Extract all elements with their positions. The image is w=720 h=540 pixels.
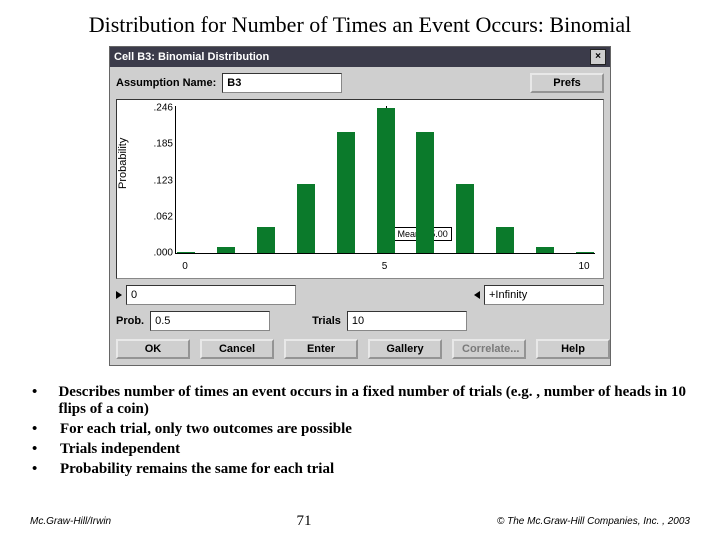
assumption-name-input[interactable]: B3 (222, 73, 342, 93)
bullet-text: Describes number of times an event occur… (58, 384, 688, 418)
help-button[interactable]: Help (536, 339, 610, 359)
chart-bar (416, 132, 434, 253)
range-high-input[interactable]: +Infinity (484, 285, 604, 305)
bullet-item: • For each trial, only two outcomes are p… (32, 421, 688, 438)
params-row: Prob. 0.5 Trials 10 (116, 311, 604, 331)
bullet-text: Trials independent (60, 441, 180, 458)
footer-page: 71 (297, 513, 312, 530)
range-low-input[interactable]: 0 (126, 285, 296, 305)
bullet-icon: • (32, 461, 44, 478)
bullet-item: • Describes number of times an event occu… (32, 384, 688, 418)
triangle-right-icon[interactable] (116, 291, 122, 299)
y-tick-label: .062 (143, 211, 173, 222)
ok-button[interactable]: OK (116, 339, 190, 359)
bullet-item: • Trials independent (32, 441, 688, 458)
bullet-item: • Probability remains the same for each t… (32, 461, 688, 478)
assumption-label: Assumption Name: (116, 77, 216, 89)
y-axis-label: Probability (117, 138, 129, 189)
x-tick-label: 5 (382, 261, 388, 272)
range-row: 0 +Infinity (116, 285, 604, 305)
assumption-row: Assumption Name: B3 Prefs (116, 73, 604, 93)
y-tick-label: .000 (143, 248, 173, 259)
footer-right: © The Mc.Graw-Hill Companies, Inc. , 200… (497, 516, 690, 527)
trials-label: Trials (312, 315, 341, 327)
y-tick-label: .246 (143, 103, 173, 114)
prob-label: Prob. (116, 315, 144, 327)
dialog-window: Cell B3: Binomial Distribution × Assumpt… (109, 46, 611, 366)
chart-bar (297, 184, 315, 253)
chart-bar (576, 252, 594, 253)
bar-chart: Mean = 5.00 (175, 106, 595, 254)
gallery-button[interactable]: Gallery (368, 339, 442, 359)
cancel-button[interactable]: Cancel (200, 339, 274, 359)
footer-left: Mc.Graw-Hill/Irwin (30, 516, 111, 527)
correlate-button[interactable]: Correlate... (452, 339, 526, 359)
chart-bar (456, 184, 474, 253)
chart-bar (257, 227, 275, 253)
y-tick-label: .123 (143, 175, 173, 186)
bullet-text: For each trial, only two outcomes are po… (60, 421, 352, 438)
bullet-text: Probability remains the same for each tr… (60, 461, 334, 478)
close-icon[interactable]: × (590, 49, 606, 65)
triangle-left-icon[interactable] (474, 291, 480, 299)
bullet-icon: • (32, 384, 42, 418)
chart-bar (217, 247, 235, 253)
x-tick-label: 0 (182, 261, 188, 272)
dialog-body: Assumption Name: B3 Prefs Probability .0… (110, 67, 610, 365)
enter-button[interactable]: Enter (284, 339, 358, 359)
y-tick-label: .185 (143, 139, 173, 150)
prob-input[interactable]: 0.5 (150, 311, 270, 331)
bullet-icon: • (32, 421, 44, 438)
trials-input[interactable]: 10 (347, 311, 467, 331)
button-row: OK Cancel Enter Gallery Correlate... Hel… (116, 339, 604, 359)
slide-title: Distribution for Number of Times an Even… (0, 0, 720, 46)
chart-bar (177, 252, 195, 253)
chart-bar (377, 108, 395, 253)
titlebar-text: Cell B3: Binomial Distribution (114, 51, 590, 63)
titlebar: Cell B3: Binomial Distribution × (110, 47, 610, 67)
prefs-button[interactable]: Prefs (530, 73, 604, 93)
chart-area: Probability .000 .062 .123 .185 .246 Mean = … (116, 99, 604, 279)
slide-footer: Mc.Graw-Hill/Irwin 71 © The Mc.Graw-Hill… (0, 513, 720, 530)
chart-bar (536, 247, 554, 253)
chart-bar (337, 132, 355, 253)
bullet-list: • Describes number of times an event occu… (32, 384, 688, 478)
x-tick-label: 10 (578, 261, 589, 272)
chart-bar (496, 227, 514, 253)
bullet-icon: • (32, 441, 44, 458)
